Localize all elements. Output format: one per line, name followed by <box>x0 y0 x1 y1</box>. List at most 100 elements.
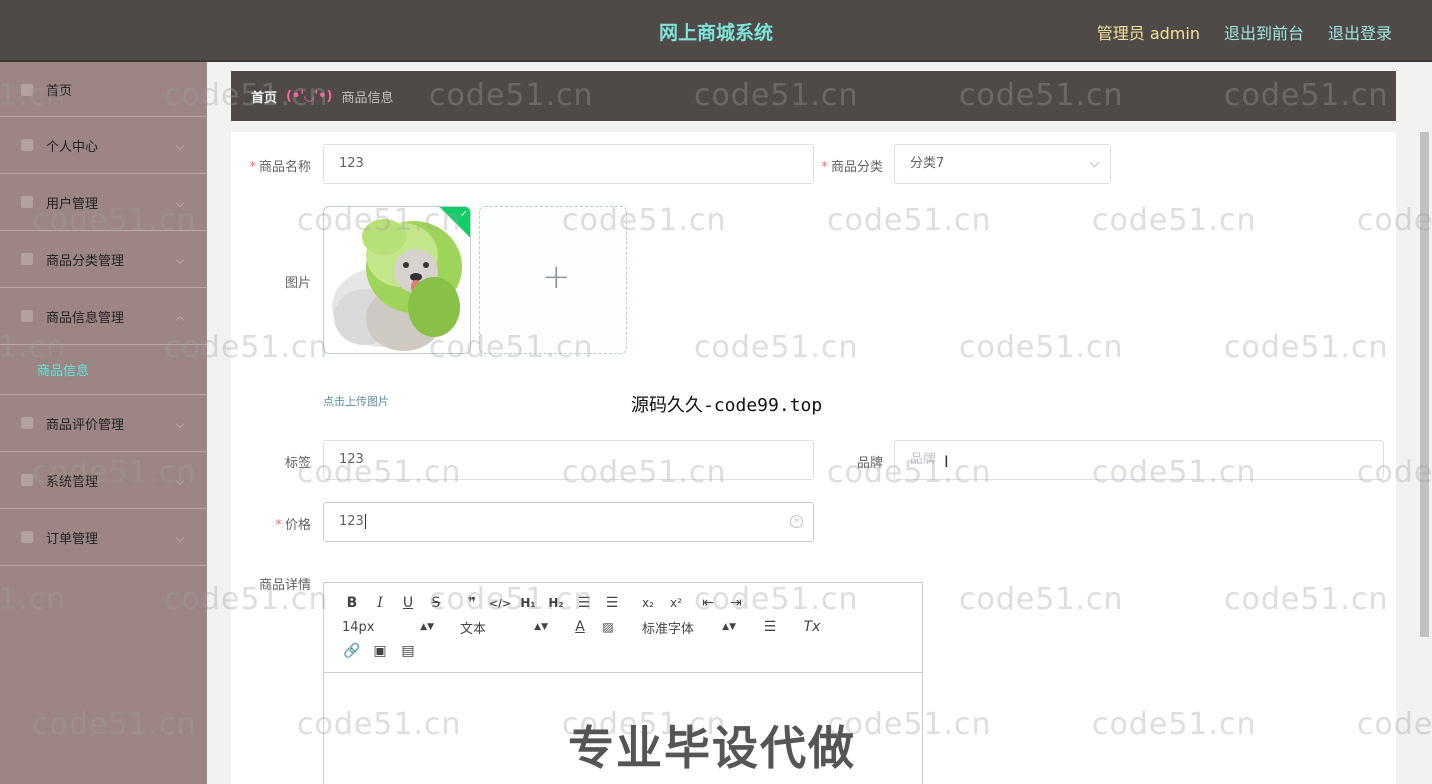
chevron-down-icon <box>175 141 185 151</box>
chevron-down-icon <box>1089 157 1100 168</box>
sidebar-item-profile[interactable]: 个人中心 <box>0 117 207 174</box>
select-arrows-icon: ▲▼ <box>722 622 736 632</box>
top-header: 网上商城系统 管理员 admin 退出到前台 退出登录 <box>0 0 1432 62</box>
upload-tip: 点击上传图片 <box>323 395 389 408</box>
big-watermark: 专业毕设代做 <box>568 721 856 775</box>
text-caret <box>364 514 366 529</box>
superscript-icon[interactable]: x² <box>662 592 690 614</box>
goods-form: * 商品名称 123 * 商品分类 分类7 图片 ✓ + 点击上传图片 标签 1… <box>231 132 1396 784</box>
toolbar-row-3: 🔗 ▣ ▤ <box>338 640 422 662</box>
required-mark: * <box>275 518 282 533</box>
chevron-down-icon <box>175 255 185 265</box>
bullet-list-icon[interactable]: ☰ <box>598 592 626 614</box>
sidebar-item-home[interactable]: 首页 <box>0 62 207 117</box>
logout-link[interactable]: 退出登录 <box>1328 20 1392 44</box>
tag-label: 标签 <box>284 456 311 471</box>
brand-label: 品牌 <box>856 456 883 471</box>
heading2-icon[interactable]: H₂ <box>542 592 570 614</box>
editor-toolbar: B I U S ❞ </> H₁ H₂ ☰ ☰ x₂ x² ⇤ ⇥ 14px ▲▼ <box>324 583 922 673</box>
uploaded-image-thumbnail[interactable]: ✓ <box>323 206 471 354</box>
sidebar: 首页 个人中心 用户管理 商品分类管理 商品信息管理 商品信息 商品评价管理 系… <box>0 62 207 784</box>
breadcrumb: 首页 (•'◡'•) 商品信息 <box>231 71 1396 121</box>
name-label: * 商品名称 <box>241 156 311 175</box>
breadcrumb-separator: (•'◡'•) <box>286 88 333 104</box>
exit-to-front-link[interactable]: 退出到前台 <box>1224 20 1304 44</box>
font-family-select[interactable]: 标准字体 ▲▼ <box>632 616 740 638</box>
font-size-select[interactable]: 14px ▲▼ <box>338 616 438 638</box>
heading1-icon[interactable]: H₁ <box>514 592 542 614</box>
price-label-text: 价格 <box>284 518 311 533</box>
upload-add-button[interactable]: + <box>479 206 627 354</box>
italic-icon[interactable]: I <box>366 592 394 614</box>
sidebar-item-label: 商品信息管理 <box>46 310 125 326</box>
breadcrumb-home[interactable]: 首页 <box>251 87 277 106</box>
chevron-down-icon <box>175 198 185 208</box>
select-arrows-icon: ▲▼ <box>534 622 548 632</box>
sidebar-item-users[interactable]: 用户管理 <box>0 174 207 231</box>
name-input[interactable]: 123 <box>323 144 814 184</box>
underline-icon[interactable]: U <box>394 592 422 614</box>
category-icon <box>21 253 33 265</box>
category-select-value: 分类7 <box>910 156 945 171</box>
tag-input[interactable]: 123 <box>323 440 814 480</box>
chevron-down-icon <box>175 476 185 486</box>
sidebar-item-category[interactable]: 商品分类管理 <box>0 231 207 288</box>
sidebar-item-label: 商品分类管理 <box>46 253 125 269</box>
clear-format-icon[interactable]: Tx <box>798 616 826 638</box>
indent-icon[interactable]: ⇥ <box>722 592 750 614</box>
category-label-text: 商品分类 <box>830 160 883 175</box>
admin-label: 管理员 admin <box>1096 24 1200 43</box>
price-input[interactable]: 123 × <box>323 502 814 542</box>
image-label: 图片 <box>284 276 311 291</box>
users-icon <box>21 196 33 208</box>
breadcrumb-current: 商品信息 <box>341 90 394 106</box>
chevron-up-icon <box>175 315 185 325</box>
text-type-value: 文本 <box>460 621 487 637</box>
sidebar-item-goods[interactable]: 商品信息管理 <box>0 288 207 345</box>
cabbage-dog-image <box>332 219 462 351</box>
brand-input[interactable]: 品牌 <box>894 440 1384 480</box>
settings-icon <box>21 474 33 486</box>
chevron-down-icon <box>175 533 185 543</box>
background-color-icon[interactable]: ▨ <box>594 616 622 638</box>
goods-icon <box>21 310 33 322</box>
align-left-icon[interactable]: ☰ <box>756 616 784 638</box>
order-icon <box>21 531 33 543</box>
vertical-scrollbar[interactable] <box>1420 132 1429 637</box>
detail-label: 商品详情 <box>258 578 311 593</box>
toolbar-row-1: B I U S ❞ </> H₁ H₂ ☰ ☰ x₂ x² ⇤ ⇥ <box>338 592 750 614</box>
center-watermark: 源码久久-code99.top <box>631 395 823 416</box>
link-icon[interactable]: 🔗 <box>338 640 366 662</box>
ordered-list-icon[interactable]: ☰ <box>570 592 598 614</box>
sidebar-item-system[interactable]: 系统管理 <box>0 452 207 509</box>
toolbar-row-2: 14px ▲▼ 文本 ▲▼ A ▨ 标准字体 ▲▼ ☰ Tx <box>338 616 826 638</box>
image-icon[interactable]: ▣ <box>366 640 394 662</box>
category-label: * 商品分类 <box>811 156 883 175</box>
text-cursor-icon: I <box>944 452 949 471</box>
subscript-icon[interactable]: x₂ <box>634 592 662 614</box>
sidebar-item-orders[interactable]: 订单管理 <box>0 509 207 566</box>
name-label-text: 商品名称 <box>258 160 311 175</box>
code-icon[interactable]: </> <box>486 592 514 614</box>
price-input-value: 123 <box>339 514 364 529</box>
chevron-down-icon <box>175 419 185 429</box>
required-mark: * <box>249 160 256 175</box>
select-arrows-icon: ▲▼ <box>420 622 434 632</box>
main-content: 首页 (•'◡'•) 商品信息 *商品名称 123 *商品分类 分类7 图片 <box>207 62 1432 784</box>
quote-icon[interactable]: ❞ <box>458 592 486 614</box>
user-icon <box>21 139 33 151</box>
font-color-icon[interactable]: A <box>566 616 594 638</box>
category-select[interactable]: 分类7 <box>894 144 1111 184</box>
strikethrough-icon[interactable]: S <box>422 592 450 614</box>
outdent-icon[interactable]: ⇤ <box>694 592 722 614</box>
sidebar-subitem-goods-info[interactable]: 商品信息 <box>0 345 207 395</box>
bold-icon[interactable]: B <box>338 592 366 614</box>
video-icon[interactable]: ▤ <box>394 640 422 662</box>
home-icon <box>21 84 33 96</box>
plus-icon: + <box>542 257 571 297</box>
clear-icon[interactable]: × <box>790 515 803 528</box>
sidebar-item-reviews[interactable]: 商品评价管理 <box>0 395 207 452</box>
sidebar-item-label: 个人中心 <box>46 139 99 155</box>
required-mark: * <box>821 160 828 175</box>
text-type-select[interactable]: 文本 ▲▼ <box>448 616 552 638</box>
